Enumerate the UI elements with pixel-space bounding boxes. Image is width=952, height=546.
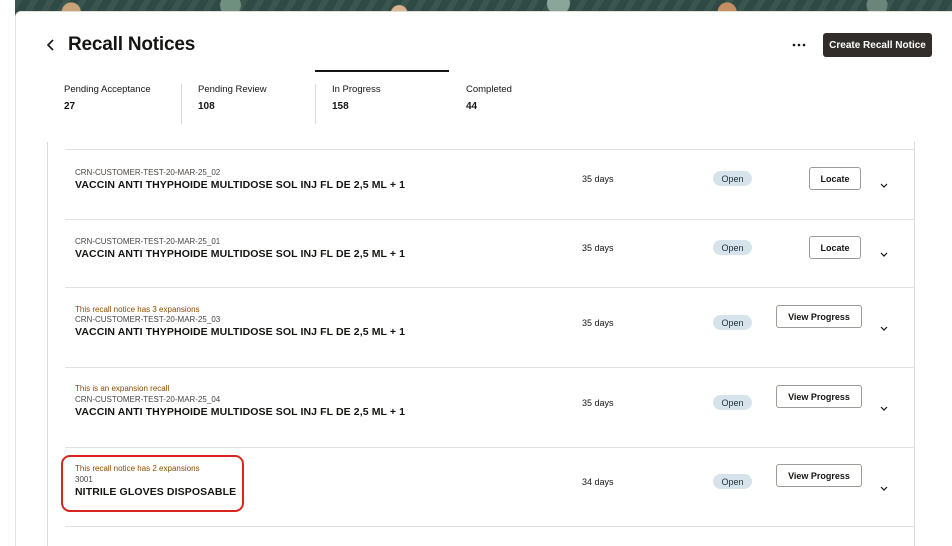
recall-row[interactable]: CRN-CUSTOMER-TEST-20-MAR-25_01 VACCIN AN… (65, 219, 915, 287)
tab-pending-acceptance[interactable]: Pending Acceptance 27 (47, 70, 181, 126)
status-badge: Open (713, 474, 752, 489)
expansion-note: This is an expansion recall (75, 384, 170, 393)
status-badge: Open (713, 240, 752, 255)
page-title: Recall Notices (68, 34, 196, 55)
create-recall-notice-button[interactable]: Create Recall Notice (823, 33, 932, 57)
recall-id: CRN-CUSTOMER-TEST-20-MAR-25_04 (75, 395, 221, 404)
expand-chevron-icon[interactable] (878, 483, 890, 493)
tab-label: Pending Review (198, 84, 267, 95)
expand-chevron-icon[interactable] (878, 323, 890, 333)
expand-chevron-icon[interactable] (878, 403, 890, 413)
highlight-annotation (61, 455, 244, 512)
tab-count: 158 (332, 101, 349, 112)
tab-pending-review[interactable]: Pending Review 108 (181, 70, 315, 126)
recall-id: CRN-CUSTOMER-TEST-20-MAR-25_02 (75, 168, 221, 177)
view-progress-button[interactable]: View Progress (776, 385, 862, 408)
tab-label: Pending Acceptance (64, 84, 151, 95)
recall-id: CRN-CUSTOMER-TEST-20-MAR-25_01 (75, 237, 221, 246)
product-name: VACCIN ANTI THYPHOIDE MULTIDOSE SOL INJ … (75, 406, 406, 418)
recall-id: CRN-CUSTOMER-TEST-20-MAR-25_03 (75, 315, 221, 324)
product-name: VACCIN ANTI THYPHOIDE MULTIDOSE SOL INJ … (75, 179, 406, 191)
age-value: 35 days (582, 243, 614, 253)
tab-label: Completed (466, 84, 512, 95)
tab-count: 44 (466, 101, 478, 112)
tab-label: In Progress (332, 84, 381, 95)
status-tabs: Pending Acceptance 27 Pending Review 108… (47, 70, 927, 126)
locate-button[interactable]: Locate (809, 236, 861, 259)
tab-count: 27 (64, 101, 76, 112)
expansion-note: This recall notice has 3 expansions (75, 305, 200, 314)
age-value: 35 days (582, 398, 614, 408)
more-options-icon[interactable] (788, 36, 810, 54)
age-value: 35 days (582, 174, 614, 184)
locate-button[interactable]: Locate (809, 167, 861, 190)
expand-chevron-icon[interactable] (878, 180, 890, 190)
expand-chevron-icon[interactable] (878, 249, 890, 259)
recall-row[interactable]: This is an expansion recall CRN-CUSTOMER… (65, 367, 915, 447)
product-name: VACCIN ANTI THYPHOIDE MULTIDOSE SOL INJ … (75, 326, 406, 338)
tab-completed[interactable]: Completed 44 (449, 70, 583, 126)
view-progress-button[interactable]: View Progress (776, 305, 862, 328)
recall-row[interactable]: CRN-CUSTOMER-TEST-20-MAR-25_02 VACCIN AN… (65, 149, 915, 219)
recall-row[interactable]: This recall notice has 3 expansions CRN-… (65, 287, 915, 367)
status-badge: Open (713, 395, 752, 410)
tab-in-progress[interactable]: In Progress 158 (315, 70, 449, 126)
status-badge: Open (713, 171, 752, 186)
view-progress-button[interactable]: View Progress (776, 464, 862, 487)
back-chevron-icon[interactable] (43, 37, 59, 53)
product-name: VACCIN ANTI THYPHOIDE MULTIDOSE SOL INJ … (75, 248, 406, 260)
tab-count: 108 (198, 101, 215, 112)
age-value: 35 days (582, 318, 614, 328)
age-value: 34 days (582, 477, 614, 487)
status-badge: Open (713, 315, 752, 330)
